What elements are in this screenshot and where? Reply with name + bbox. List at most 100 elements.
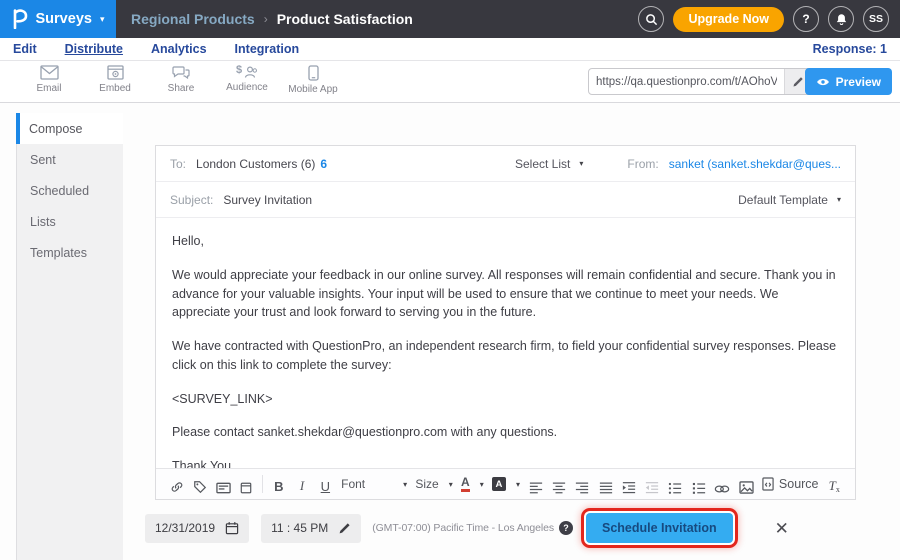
time-picker[interactable]: 11 : 45 PM — [261, 514, 361, 543]
body-paragraph: Hello, — [172, 232, 839, 251]
channel-label: Mobile App — [288, 84, 337, 95]
tab-integration[interactable]: Integration — [235, 42, 300, 56]
from-label: From: — [627, 157, 658, 171]
card-icon — [216, 482, 231, 494]
recipient-count[interactable]: 6 — [320, 157, 327, 171]
size-label: Size — [415, 477, 438, 491]
search-icon — [645, 13, 658, 26]
header-actions: Upgrade Now ? SS — [638, 6, 900, 32]
share-icon — [172, 65, 190, 80]
select-list-dropdown[interactable]: Select List ▾ — [515, 157, 583, 171]
chevron-down-icon: ▾ — [516, 480, 520, 489]
chevron-down-icon: ▾ — [100, 15, 105, 24]
pencil-icon — [338, 522, 351, 535]
tag-icon — [193, 480, 207, 494]
background-color-icon: A — [492, 477, 506, 491]
align-left-icon — [529, 481, 543, 494]
font-label: Font — [341, 477, 365, 491]
maximize-button[interactable] — [239, 474, 254, 494]
sidebar-item-scheduled[interactable]: Scheduled — [17, 175, 123, 206]
breadcrumb: Regional Products › Product Satisfaction — [131, 11, 413, 27]
timezone-value: (GMT-07:00) Pacific Time - Los Angeles — [372, 522, 554, 534]
tab-analytics[interactable]: Analytics — [151, 42, 207, 56]
body-paragraph: <SURVEY_LINK> — [172, 390, 839, 409]
chain-link-icon — [714, 484, 730, 494]
date-picker[interactable]: 12/31/2019 — [145, 514, 249, 543]
preview-button[interactable]: Preview — [805, 68, 892, 95]
insert-image-button[interactable] — [739, 474, 754, 494]
close-icon[interactable]: ✕ — [775, 520, 789, 537]
italic-button[interactable]: I — [295, 474, 310, 494]
justify-button[interactable] — [598, 474, 613, 494]
to-value[interactable]: London Customers (6) — [196, 157, 315, 171]
response-count[interactable]: Response: 1 — [813, 42, 887, 56]
font-dropdown[interactable]: Font ▾ — [341, 477, 407, 491]
eye-icon — [816, 77, 830, 87]
align-right-button[interactable] — [575, 474, 590, 494]
from-sender-link[interactable]: sanket (sanket.shekdar@ques... — [669, 157, 841, 171]
remove-format-icon: T — [829, 478, 836, 494]
channel-mobile-app[interactable]: Mobile App — [280, 65, 346, 95]
breadcrumb-folder[interactable]: Regional Products — [131, 11, 255, 27]
merge-tag-button[interactable] — [192, 474, 207, 494]
channel-email[interactable]: Email — [16, 65, 82, 95]
subject-label: Subject: — [170, 193, 213, 207]
surveys-menu[interactable]: Surveys ▾ — [0, 0, 116, 38]
text-color-button[interactable]: A ▾ — [461, 476, 484, 492]
chevron-down-icon: ▾ — [449, 480, 453, 489]
channel-label: Email — [36, 83, 61, 94]
background-color-button[interactable]: A ▾ — [492, 477, 520, 491]
bold-button[interactable]: B — [271, 474, 286, 494]
channel-label: Embed — [99, 83, 131, 94]
schedule-bar: 12/31/2019 11 : 45 PM (GMT-07:00) Pacifi… — [145, 513, 789, 543]
align-center-button[interactable] — [552, 474, 567, 494]
align-center-icon — [552, 481, 566, 494]
indent-icon — [622, 481, 636, 494]
tab-edit[interactable]: Edit — [13, 42, 37, 56]
survey-url-field — [588, 68, 812, 95]
subject-value[interactable]: Survey Invitation — [223, 193, 312, 207]
align-left-button[interactable] — [528, 474, 543, 494]
sidebar-item-sent[interactable]: Sent — [17, 144, 123, 175]
survey-nav: Edit Distribute Analytics Integration Re… — [0, 38, 900, 61]
bell-icon — [835, 13, 848, 26]
underline-button[interactable]: U — [318, 474, 333, 494]
breadcrumb-separator-icon: › — [264, 12, 268, 26]
outdent-button[interactable] — [645, 474, 660, 494]
schedule-invitation-button[interactable]: Schedule Invitation — [586, 513, 733, 543]
channel-embed[interactable]: Embed — [82, 65, 148, 95]
indent-button[interactable] — [621, 474, 636, 494]
product-name: Surveys — [36, 11, 92, 27]
image-icon — [739, 481, 754, 494]
compose-panel: To: London Customers (6) 6 Select List ▾… — [155, 145, 856, 500]
dollar-glyph: $ — [236, 65, 242, 76]
hyperlink-button[interactable] — [714, 474, 730, 494]
embed-card-button[interactable] — [216, 474, 231, 494]
numbered-list-button[interactable] — [691, 474, 706, 494]
avatar[interactable]: SS — [863, 6, 889, 32]
sidebar-item-lists[interactable]: Lists — [17, 206, 123, 237]
channel-share[interactable]: Share — [148, 65, 214, 95]
upgrade-now-button[interactable]: Upgrade Now — [673, 7, 784, 32]
questionpro-logo-icon — [12, 9, 28, 29]
insert-link-button[interactable] — [169, 474, 184, 494]
size-dropdown[interactable]: Size ▾ — [415, 477, 452, 491]
tab-distribute[interactable]: Distribute — [65, 42, 123, 56]
source-button[interactable]: Source — [762, 477, 819, 491]
align-right-icon — [575, 481, 589, 494]
channel-label: Audience — [226, 82, 268, 93]
survey-url-input[interactable] — [589, 76, 784, 88]
search-button[interactable] — [638, 6, 664, 32]
template-dropdown[interactable]: Default Template ▾ — [738, 193, 841, 207]
help-button[interactable]: ? — [793, 6, 819, 32]
notifications-button[interactable] — [828, 6, 854, 32]
embed-icon — [107, 65, 124, 80]
timezone-help-icon[interactable]: ? — [559, 521, 573, 535]
sidebar-item-templates[interactable]: Templates — [17, 237, 123, 268]
bullet-list-button[interactable] — [668, 474, 683, 494]
channel-audience[interactable]: $ Audience — [214, 65, 280, 95]
email-body-editor[interactable]: Hello, We would appreciate your feedback… — [156, 218, 855, 471]
audience-icon: $ — [236, 65, 258, 79]
remove-format-button[interactable]: Tx — [827, 474, 842, 494]
sidebar-item-compose[interactable]: Compose — [16, 113, 123, 144]
